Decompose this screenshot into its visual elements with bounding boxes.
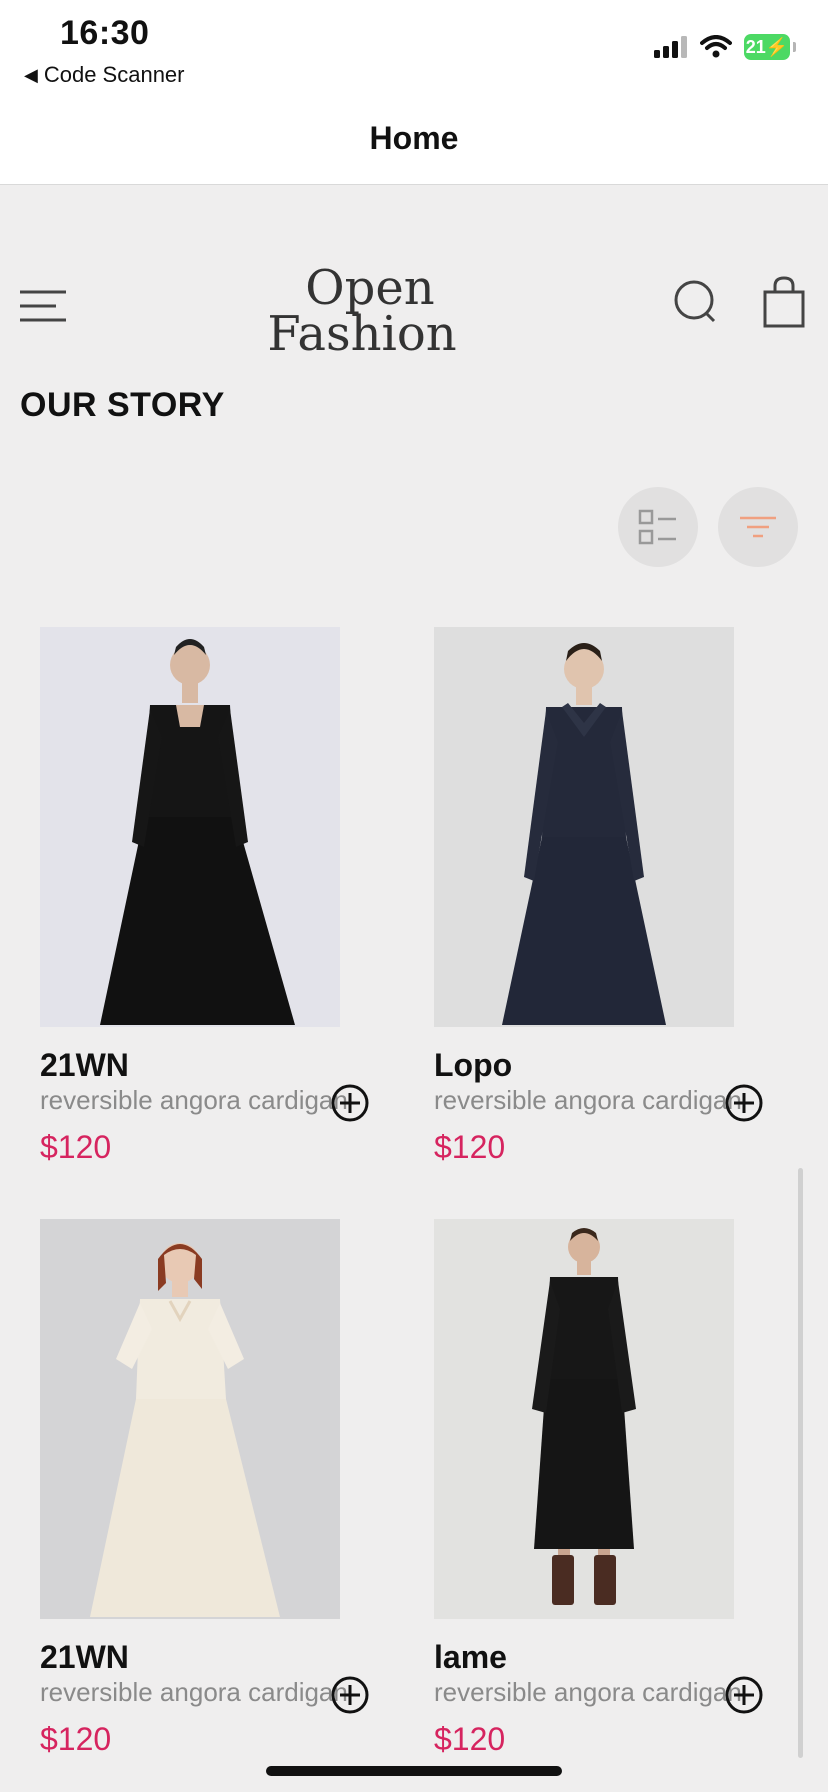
- product-image[interactable]: [40, 1219, 340, 1619]
- top-bar: 16:30 ◀ Code Scanner 21 ⚡ Home: [0, 0, 828, 185]
- product-card[interactable]: lame reversible angora cardigan $120: [434, 1219, 814, 1779]
- search-icon[interactable]: [672, 278, 720, 326]
- product-image[interactable]: [434, 1219, 734, 1619]
- product-image[interactable]: [434, 627, 734, 1027]
- battery-icon: 21 ⚡: [744, 34, 796, 60]
- product-image[interactable]: [40, 627, 340, 1027]
- product-card[interactable]: 21WN reversible angora cardigan $120: [40, 1219, 420, 1779]
- product-price: $120: [434, 1129, 506, 1165]
- filter-button[interactable]: [718, 487, 798, 567]
- shopping-bag-icon[interactable]: [762, 276, 806, 328]
- back-to-app-link[interactable]: ◀ Code Scanner: [24, 62, 185, 88]
- status-icons: 21 ⚡: [654, 34, 796, 60]
- scrollbar[interactable]: [798, 1168, 803, 1758]
- product-description: reversible angora cardigan: [40, 1677, 348, 1707]
- product-name: 21WN: [40, 1639, 129, 1675]
- back-app-label: Code Scanner: [43, 62, 185, 87]
- product-description: reversible angora cardigan: [40, 1085, 348, 1115]
- wifi-icon: [700, 35, 732, 58]
- logo-line-2: Fashion: [267, 306, 456, 354]
- add-circle-icon[interactable]: [330, 1675, 370, 1715]
- product-description: reversible angora cardigan: [434, 1085, 742, 1115]
- list-view-icon: [638, 509, 676, 545]
- filter-icon: [740, 516, 776, 538]
- open-fashion-logo[interactable]: Open Fashion: [262, 258, 472, 354]
- add-circle-icon[interactable]: [724, 1675, 764, 1715]
- add-circle-icon[interactable]: [330, 1083, 370, 1123]
- signal-icon: [654, 36, 687, 58]
- product-price: $120: [434, 1721, 506, 1757]
- product-price: $120: [40, 1129, 112, 1165]
- app-header: Open Fashion: [0, 248, 828, 358]
- add-circle-icon[interactable]: [724, 1083, 764, 1123]
- charging-bolt-icon: ⚡: [765, 36, 789, 57]
- dress-photo-icon: [532, 1228, 636, 1605]
- product-name: Lopo: [434, 1047, 513, 1083]
- dress-photo-icon: [100, 639, 295, 1025]
- page-title: Home: [369, 120, 459, 156]
- product-card[interactable]: 21WN reversible angora cardigan $120: [40, 627, 420, 1187]
- menu-icon[interactable]: [18, 286, 68, 326]
- product-price: $120: [40, 1721, 112, 1757]
- product-name: lame: [434, 1639, 507, 1675]
- section-title: OUR STORY: [20, 386, 225, 424]
- dress-photo-icon: [90, 1243, 280, 1617]
- product-card[interactable]: Lopo reversible angora cardigan $120: [434, 627, 814, 1187]
- home-indicator[interactable]: [266, 1766, 562, 1776]
- list-view-button[interactable]: [618, 487, 698, 567]
- product-description: reversible angora cardigan: [434, 1677, 742, 1707]
- battery-level: 21: [745, 36, 766, 57]
- product-name: 21WN: [40, 1047, 129, 1083]
- status-time: 16:30: [60, 14, 150, 52]
- back-triangle-icon: ◀: [24, 64, 38, 85]
- dress-photo-icon: [502, 643, 666, 1025]
